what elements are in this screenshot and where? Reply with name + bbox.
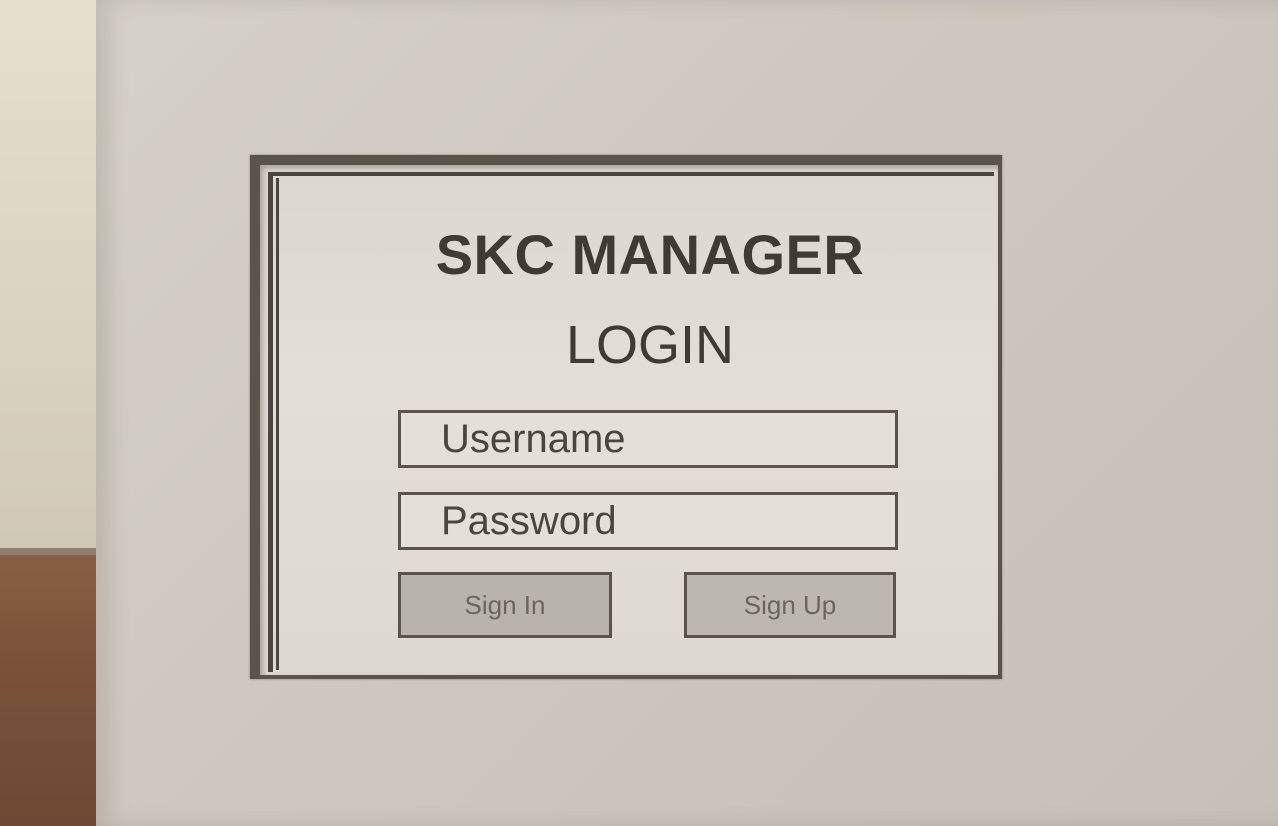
wooden-desk	[0, 555, 110, 826]
username-input[interactable]	[398, 410, 898, 468]
login-heading: LOGIN	[565, 315, 735, 375]
sign-up-button[interactable]: Sign Up	[684, 572, 896, 638]
password-input[interactable]	[398, 492, 898, 550]
sign-in-button[interactable]: Sign In	[398, 572, 612, 638]
photo-scene: SKC MANAGER LOGIN Sign In Sign Up	[0, 0, 1278, 826]
background-wall	[0, 0, 110, 560]
app-title: SKC MANAGER	[435, 223, 865, 286]
